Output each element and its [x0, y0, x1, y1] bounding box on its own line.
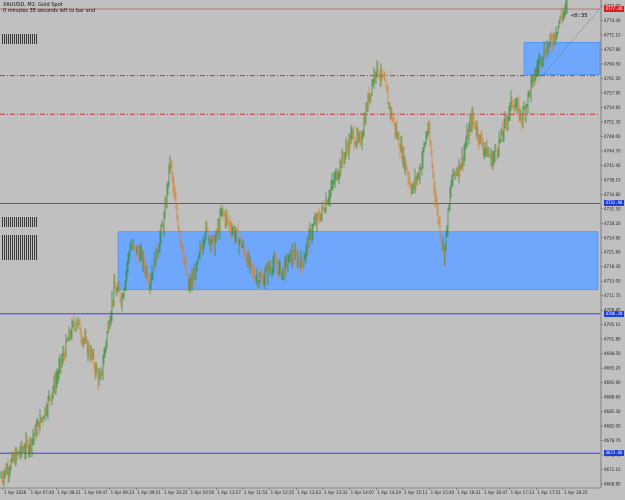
time-tick-label: 1 Apr 09:51: [137, 490, 161, 495]
object-label-group-3: [2, 235, 38, 260]
time-tick-label: 1 Apr 07:40: [31, 490, 55, 495]
time-tick-label: 1 Apr 09:23: [111, 490, 135, 495]
time-tick-label: 1 Apr 16:31: [457, 490, 481, 495]
bar-countdown: <0:35: [571, 13, 588, 19]
price-tick-label: 4741.40: [604, 163, 621, 168]
time-tick-label: 1 Apr 17:51: [537, 490, 561, 495]
price-tick-label: 4738.10: [604, 177, 621, 182]
price-tick-label: 4754.60: [604, 105, 621, 110]
price-tick-label: 4757.90: [604, 90, 621, 95]
price-tick-label: 4751.30: [604, 119, 621, 124]
time-tick-label: 1 Apr 14:29: [377, 490, 401, 495]
price-tick-label: 4715.00: [604, 279, 621, 284]
price-tick-label: 4698.50: [604, 351, 621, 356]
price-tick-label: 4718.30: [604, 264, 621, 269]
supply-zone-upper[interactable]: [523, 42, 601, 76]
price-tick-label: 4688.60: [604, 395, 621, 400]
price-tick-label: 4744.70: [604, 148, 621, 153]
time-tick-label: 1 Apr 10:22: [164, 490, 188, 495]
price-tick-label: 4685.30: [604, 409, 621, 414]
time-tick-label: 1 Apr 13:03: [297, 490, 321, 495]
price-tag-level-3: 4673.66: [604, 450, 624, 457]
time-tick-label: 1 Apr 09:47: [84, 490, 108, 495]
price-tick-label: 4711.70: [604, 293, 621, 298]
price-tick-label: 4701.80: [604, 337, 621, 342]
chart-window[interactable]: 4777.704774.404771.104767.804764.504761.…: [0, 0, 625, 500]
time-tick-label: 1 Apr 15:11: [404, 490, 428, 495]
time-tick-label: 1 Apr 17:13: [511, 490, 535, 495]
time-tick-label: 1 Apr 11:53: [244, 490, 268, 495]
price-tick-label: 4728.20: [604, 221, 621, 226]
time-tick-label: 1 Apr 18:22: [564, 490, 588, 495]
price-tick-label: 4678.70: [604, 438, 621, 443]
price-tick-label: 4691.90: [604, 380, 621, 385]
price-tick-label: 4764.50: [604, 61, 621, 66]
price-tick-label: 4734.80: [604, 192, 621, 197]
time-tick-label: 1 Apr 2026: [4, 490, 27, 495]
price-tick-label: 4672.10: [604, 467, 621, 472]
time-tick-label: 1 Apr 13:33: [324, 490, 348, 495]
time-tick-label: 1 Apr 08:21: [57, 490, 81, 495]
object-label-group-1: [2, 34, 38, 44]
time-tick-label: 1 Apr 14:07: [351, 490, 375, 495]
price-tick-label: 4767.80: [604, 47, 621, 52]
price-tick-label: 4721.60: [604, 250, 621, 255]
price-tick-label: 4748.00: [604, 134, 621, 139]
price-tick-label: 4724.90: [604, 235, 621, 240]
price-tick-label: 4695.20: [604, 366, 621, 371]
price-tag-current: 4777.36: [604, 6, 624, 13]
price-tick-label: 4668.80: [604, 482, 621, 487]
time-tick-label: 1 Apr 11:27: [217, 490, 241, 495]
price-tick-label: 4761.20: [604, 76, 621, 81]
price-tick-label: 4682.00: [604, 424, 621, 429]
price-chart[interactable]: 4777.704774.404771.104767.804764.504761.…: [0, 0, 625, 500]
price-tick-label: 4705.10: [604, 322, 621, 327]
time-tick-label: 1 Apr 16:47: [484, 490, 508, 495]
price-tick-label: 4774.40: [604, 18, 621, 23]
time-tick-label: 1 Apr 12:25: [271, 490, 295, 495]
time-tick-label: 1 Apr 10:50: [191, 490, 215, 495]
price-tag-level-2: 4706.20: [604, 310, 624, 317]
price-tick-label: 4771.10: [604, 32, 621, 37]
bar-timer-info: 0 minutes 35 seconds left to bar end: [3, 8, 96, 14]
price-tag-level-1: 4731.96: [604, 200, 624, 207]
time-tick-label: 1 Apr 15:40: [431, 490, 455, 495]
price-tick-label: 4731.50: [604, 206, 621, 211]
object-label-group-2: [2, 217, 38, 227]
